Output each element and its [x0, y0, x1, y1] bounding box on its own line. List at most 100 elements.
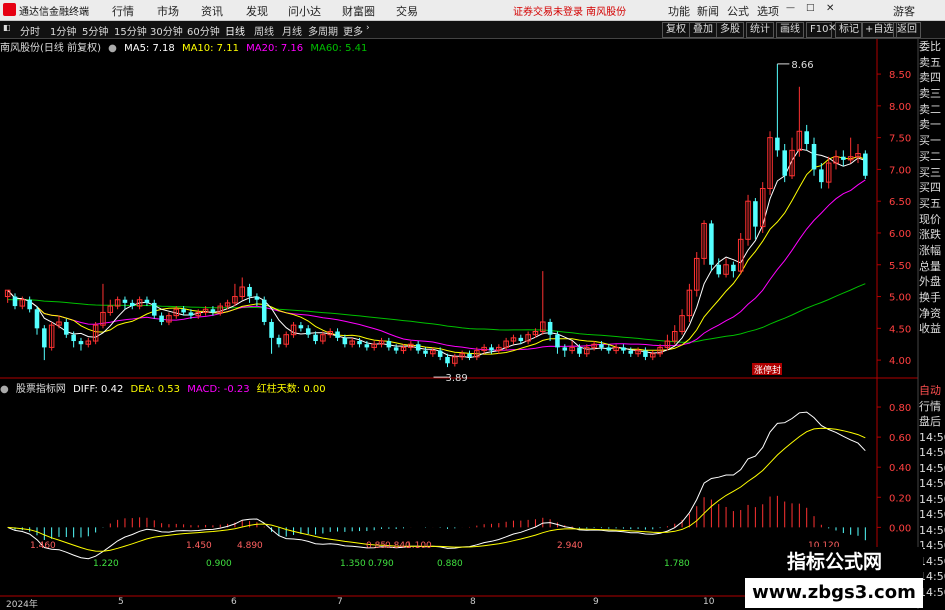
side2-label[interactable]: 行情 [919, 399, 945, 415]
date-label: 9 [593, 597, 599, 607]
candle-body [599, 344, 604, 348]
candle-body [269, 321, 274, 338]
side2-time: 14:50 [919, 446, 945, 459]
side-label[interactable]: 总量 [919, 259, 945, 275]
candle-body [437, 350, 443, 357]
candle-body [562, 347, 568, 351]
candle-body [628, 350, 634, 354]
low-price-label: 3.89 [445, 373, 467, 384]
side-label[interactable]: 委比 [919, 39, 945, 55]
macd-tick-label: 0.20 [889, 493, 911, 504]
date-label: 8 [470, 597, 476, 607]
macd-tick-label: 0.00 [889, 523, 911, 534]
candle-body [775, 137, 780, 151]
macd-annotation: 2.940 [557, 541, 583, 551]
candle-body [27, 299, 32, 310]
candle-body [841, 156, 846, 160]
candle-body [34, 309, 40, 329]
macd-annotation: 0.880 [437, 559, 463, 569]
date-label: 6 [231, 597, 237, 607]
candle-body [577, 347, 582, 354]
price-tick-label: 8.00 [889, 102, 911, 113]
side-label[interactable]: 卖三 [919, 86, 945, 102]
candle-body [782, 150, 787, 176]
macd-annotation: 0.790 [368, 559, 394, 569]
candle-body [247, 287, 252, 297]
side-label[interactable]: 涨幅 [919, 243, 945, 259]
macd-annotation: 1.100 [406, 541, 432, 551]
candle-body [555, 334, 560, 348]
candle-body [71, 334, 76, 342]
high-price-label: 8.66 [791, 60, 813, 71]
candle-body [181, 309, 186, 313]
side-label[interactable]: 换手 [919, 290, 945, 306]
candle-body [298, 325, 304, 329]
candle-body [606, 347, 612, 351]
price-tick-label: 7.00 [889, 165, 911, 176]
side-label[interactable]: 卖五 [919, 55, 945, 71]
macd-tick-label: 0.40 [889, 463, 911, 474]
side-label[interactable]: 买五 [919, 196, 945, 212]
candle-body [159, 315, 164, 322]
side-label[interactable]: 买一 [919, 133, 945, 149]
candle-body [445, 356, 450, 364]
price-tick-label: 7.50 [889, 134, 911, 145]
side-label[interactable]: 卖四 [919, 70, 945, 86]
candle-body [489, 347, 494, 351]
price-tick-label: 5.00 [889, 293, 911, 304]
kline-chart[interactable]: 8.50 8.00 7.50 7.00 6.50 6.00 5.50 5.00 4.50 4.00… [0, 0, 945, 609]
candle-body [78, 341, 84, 345]
side2-time: 14:50 [919, 461, 945, 475]
side-label[interactable]: 净资 [919, 306, 945, 322]
side-label[interactable]: 买二 [919, 149, 945, 165]
date-label: 10 [703, 597, 715, 607]
candle-body [188, 312, 194, 316]
side2-time: 14:50 [919, 477, 945, 490]
candle-body [152, 302, 157, 316]
candle-body [709, 223, 714, 265]
date-label: 2024年 [6, 600, 38, 610]
side-label[interactable]: 卖二 [919, 102, 945, 118]
side-label[interactable]: 收益 [919, 321, 945, 337]
price-tick-label: 8.50 [889, 70, 911, 81]
quote-side-panel: 委比 卖五 卖四 卖三 卖二 卖一 买一 买二 买三 买四 买五 现价 涨跌 涨… [919, 39, 945, 337]
side2-time: 14:50 [919, 492, 945, 506]
side2-label[interactable]: 盘后 [919, 414, 945, 430]
candle-body [467, 353, 472, 357]
price-tick-label: 6.50 [889, 197, 911, 208]
candle-body [415, 344, 421, 351]
candle-body [393, 347, 399, 351]
side2-time: 14:50 [919, 430, 945, 444]
candle-body [364, 344, 370, 348]
side-label[interactable]: 卖一 [919, 117, 945, 133]
candle-body [305, 328, 311, 335]
macd-annotation: 4.890 [237, 541, 263, 551]
candle-body [313, 334, 318, 342]
side-label[interactable]: 现价 [919, 212, 945, 228]
side-label[interactable]: 买三 [919, 165, 945, 181]
candle-body [210, 309, 216, 313]
price-tick-label: 5.50 [889, 261, 911, 272]
side-label[interactable]: 买四 [919, 180, 945, 196]
candle-body [342, 337, 348, 345]
macd-annotation: 1.350 [340, 559, 366, 569]
limit-up-tag-label: 涨停封 [754, 364, 781, 376]
side2-label[interactable]: 自动 [919, 383, 945, 399]
side-label[interactable]: 外盘 [919, 274, 945, 290]
candle-body [12, 296, 18, 307]
macd-tick-label: 0.80 [889, 403, 911, 414]
candle-body [731, 264, 736, 272]
candle-body [518, 337, 524, 342]
watermark-url: www.zbgs3.com [752, 582, 916, 603]
macd-annotation: 1.460 [30, 541, 56, 551]
date-label: 7 [337, 597, 343, 607]
diff-line [7, 411, 866, 560]
macd-annotation: 1.450 [186, 541, 212, 551]
candle-body [276, 337, 282, 345]
candle-body [819, 169, 824, 183]
side-label[interactable]: 涨跌 [919, 227, 945, 243]
candle-body [423, 350, 428, 354]
macd-annotation: 1.220 [93, 559, 119, 569]
candle-body [804, 131, 809, 144]
candle-body [716, 264, 721, 275]
